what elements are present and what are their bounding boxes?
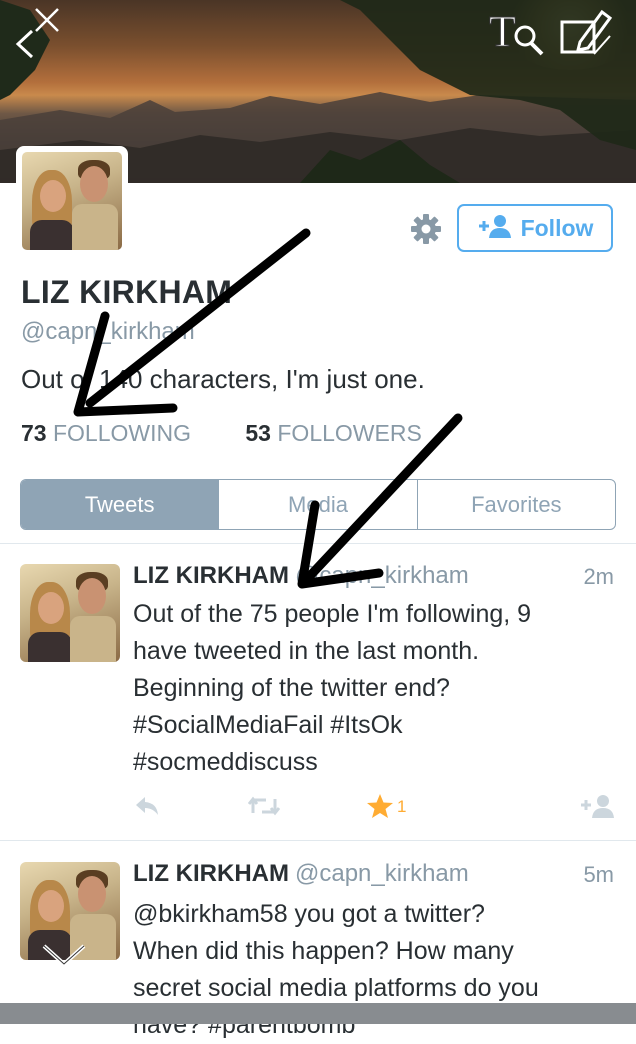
tweet-line: have tweeted in the last month. [133, 637, 480, 665]
following-count: 73 [21, 420, 47, 446]
followers-label: FOLLOWERS [277, 420, 422, 446]
tweet-line: secret social media platforms do you [133, 974, 539, 1002]
tweet-text: Out of the 75 people I'm following, 9 ha… [133, 596, 613, 781]
tab-media[interactable]: Media [218, 480, 416, 529]
tweet-line: #SocialMediaFail #ItsOk [133, 711, 403, 739]
tweet-line: #socmeddiscuss [133, 748, 318, 776]
profile-bio: Out of 140 characters, I'm just one. [21, 364, 425, 394]
profile-stats: 73 FOLLOWING 53 FOLLOWERS [21, 420, 422, 447]
tweet-line: Beginning of the twitter end? [133, 674, 450, 702]
tweet-avatar[interactable] [20, 564, 120, 662]
tweet-time: 5m [583, 862, 614, 887]
tab-favorites[interactable]: Favorites [416, 480, 615, 529]
bottom-bar [0, 1003, 636, 1024]
tweet-time: 2m [583, 564, 614, 589]
reply-icon[interactable] [133, 793, 161, 824]
following-label: FOLLOWING [52, 420, 191, 446]
add-user-icon [477, 213, 511, 244]
chevron-down-icon[interactable] [40, 940, 88, 987]
tab-tweets[interactable]: Tweets [21, 480, 219, 529]
avatar-photo [22, 152, 122, 250]
profile-name: LIZ KIRKHAM [21, 274, 233, 310]
tweet-author-name: LIZ KIRKHAM [133, 860, 289, 887]
followers-stat[interactable]: 53 FOLLOWERS [245, 420, 421, 446]
divider [0, 543, 636, 544]
tweet-line: When did this happen? How many [133, 937, 514, 965]
gear-icon[interactable] [410, 213, 442, 245]
profile-handle: @capn_kirkham [21, 318, 195, 345]
tweet-author[interactable]: LIZ KIRKHAM @capn_kirkham [133, 562, 469, 590]
tweet-author-handle: @capn_kirkham [294, 562, 469, 589]
close-icon[interactable] [33, 6, 61, 39]
text-magnifier-icon[interactable]: T [487, 6, 547, 63]
retweet-icon[interactable] [247, 793, 281, 824]
followers-count: 53 [245, 420, 271, 446]
favorite-count: 1 [397, 797, 407, 816]
following-stat[interactable]: 73 FOLLOWING [21, 420, 191, 446]
tweet-line: @bkirkham58 you got a twitter? [133, 900, 485, 928]
tweet-line: Out of the 75 people I'm following, 9 [133, 600, 532, 628]
follow-icon[interactable] [580, 793, 616, 824]
profile-avatar[interactable] [16, 146, 128, 256]
follow-button-label: Follow [520, 214, 594, 241]
svg-text:T: T [489, 7, 516, 56]
tweet-author-name: LIZ KIRKHAM [133, 562, 289, 589]
follow-button[interactable]: Follow [457, 204, 613, 252]
profile-tabs: Tweets Media Favorites [20, 479, 616, 530]
tweet-author[interactable]: LIZ KIRKHAM @capn_kirkham [133, 860, 469, 888]
tweet-author-handle: @capn_kirkham [294, 860, 469, 887]
divider [0, 840, 636, 841]
edit-pencil-icon[interactable] [558, 6, 618, 63]
star-icon[interactable] [366, 793, 394, 824]
